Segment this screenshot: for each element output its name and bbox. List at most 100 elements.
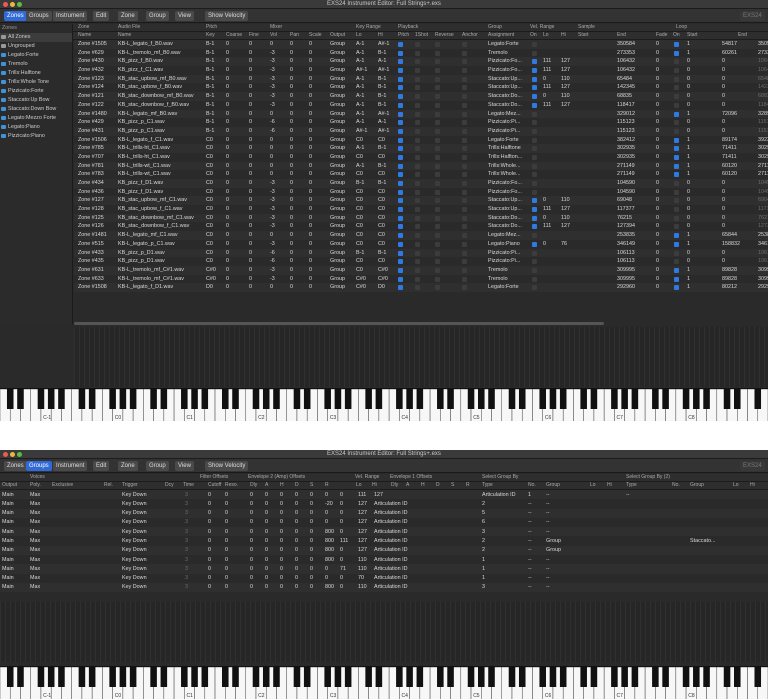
loop-end[interactable]: 142345 <box>758 84 768 90</box>
resonance[interactable]: 0 <box>225 519 228 525</box>
zone-row[interactable]: Zone #1508 KB-L_legato_f_D1.wav D0 0 0 0 0 0 Gro… <box>74 283 768 292</box>
loop-on-checkbox[interactable] <box>674 59 679 65</box>
vel-hi[interactable]: Articulation ID <box>374 557 408 563</box>
col-header[interactable]: Fine <box>249 32 259 38</box>
black-key[interactable] <box>559 667 567 687</box>
loop-end[interactable]: 253819 <box>758 232 768 238</box>
zone-row[interactable]: Zone #434 KB_pizz_f_D1.wav C0 0 0 -3 0 0 Group B-… <box>74 179 768 188</box>
fade[interactable]: 0 <box>656 232 659 238</box>
black-key[interactable] <box>191 389 198 409</box>
vel-range-on-checkbox[interactable] <box>532 207 537 213</box>
pan[interactable]: 0 <box>290 137 293 143</box>
coarse[interactable]: 0 <box>226 76 229 82</box>
select-type[interactable]: 2 <box>482 538 485 544</box>
output[interactable]: Group <box>330 284 345 290</box>
vel-hi[interactable]: Articulation ID <box>374 547 408 553</box>
oneshot-checkbox[interactable] <box>415 285 420 291</box>
fade[interactable]: 0 <box>656 76 659 82</box>
black-key[interactable] <box>416 667 424 687</box>
col-header[interactable]: On <box>530 32 537 38</box>
output[interactable]: Group <box>330 67 345 73</box>
sample-end[interactable]: 69048 <box>617 197 632 203</box>
group-row[interactable]: Main Max Key Down 3 0 0 0 0 0 0 0 800 0 127 Articulati… <box>0 527 768 537</box>
vol[interactable]: -3 <box>270 76 275 82</box>
loop-end[interactable]: 271133 <box>758 163 768 169</box>
trigger[interactable]: Key Down <box>122 538 147 544</box>
env2-hold[interactable]: 0 <box>280 519 283 525</box>
oneshot-checkbox[interactable] <box>415 189 420 195</box>
env2-attack[interactable]: 0 <box>265 566 268 572</box>
fade[interactable]: 0 <box>656 267 659 273</box>
vol[interactable]: -3 <box>270 102 275 108</box>
key-lo[interactable]: A-1 <box>356 111 364 117</box>
black-key[interactable] <box>109 389 116 409</box>
loop-start[interactable]: 89828 <box>722 267 737 273</box>
col-header[interactable]: No. <box>528 482 536 488</box>
anchor-checkbox[interactable] <box>462 154 467 160</box>
loop-start[interactable]: 0 <box>722 197 725 203</box>
vel-hi[interactable]: Articulation ID <box>374 566 408 572</box>
env2-delay[interactable]: 0 <box>250 575 253 581</box>
fade[interactable]: 0 <box>656 41 659 47</box>
anchor-checkbox[interactable] <box>462 215 467 221</box>
resonance[interactable]: 0 <box>225 547 228 553</box>
key-lo[interactable]: C0 <box>356 206 363 212</box>
pitch-checkbox[interactable] <box>398 241 403 247</box>
key-hi[interactable]: A#-1 <box>378 41 389 47</box>
cutoff[interactable]: 0 <box>208 557 211 563</box>
key-hi[interactable]: B-1 <box>378 180 386 186</box>
oneshot-checkbox[interactable] <box>415 198 420 204</box>
key[interactable]: C0 <box>206 206 213 212</box>
fade[interactable]: 0 <box>656 276 659 282</box>
col-header[interactable]: R <box>466 482 470 488</box>
vel-hi[interactable]: 127 <box>561 206 570 212</box>
loop-end[interactable]: 127394 <box>758 223 768 229</box>
fade[interactable]: 0 <box>656 93 659 99</box>
loop-on-checkbox[interactable] <box>674 120 679 126</box>
vol[interactable]: -3 <box>270 241 275 247</box>
pan[interactable]: 0 <box>290 258 293 264</box>
instrument-menu[interactable]: Instrument <box>53 11 88 21</box>
col-header[interactable]: End <box>617 32 626 38</box>
fade[interactable]: 0 <box>656 128 659 134</box>
coarse[interactable]: 0 <box>226 232 229 238</box>
black-key[interactable] <box>129 389 137 409</box>
black-key[interactable] <box>375 389 383 409</box>
black-key[interactable] <box>222 667 229 687</box>
sample-end[interactable]: 68835 <box>617 93 632 99</box>
scale[interactable]: 0 <box>309 128 312 134</box>
cutoff[interactable]: 0 <box>208 492 211 498</box>
loop-end[interactable]: 309979 <box>758 276 768 282</box>
key[interactable]: B-1 <box>206 84 214 90</box>
output[interactable]: Group <box>330 189 345 195</box>
fade[interactable]: 0 <box>656 119 659 125</box>
vol[interactable]: -3 <box>270 58 275 64</box>
col-header[interactable]: Dly <box>391 482 398 488</box>
black-key[interactable] <box>334 667 342 687</box>
black-key[interactable] <box>324 389 331 409</box>
black-key[interactable] <box>37 389 45 409</box>
vel-hi[interactable]: 127 <box>561 102 570 108</box>
loop-start[interactable]: 0 <box>722 250 725 256</box>
resonance[interactable]: 0 <box>225 584 228 590</box>
env2-attack[interactable]: 0 <box>265 510 268 516</box>
black-key[interactable] <box>580 667 587 687</box>
reverse-checkbox[interactable] <box>435 128 440 134</box>
env2-hold[interactable]: 0 <box>280 492 283 498</box>
loop-start[interactable]: 60120 <box>722 171 737 177</box>
anchor-checkbox[interactable] <box>462 102 467 108</box>
key-hi[interactable]: B-1 <box>378 102 386 108</box>
vol[interactable]: 0 <box>270 232 273 238</box>
exs24-button[interactable]: EXS24 <box>740 11 765 21</box>
col-header[interactable]: Coarse <box>226 32 242 38</box>
zones-button[interactable]: Zones <box>4 11 27 21</box>
vol[interactable]: -6 <box>270 128 275 134</box>
group-assignment[interactable]: Tremolo <box>488 276 508 282</box>
env2-sustain[interactable]: 0 <box>310 501 313 507</box>
cutoff[interactable]: 0 <box>208 501 211 507</box>
scale[interactable]: 0 <box>309 163 312 169</box>
coarse[interactable]: 0 <box>226 67 229 73</box>
reverse-checkbox[interactable] <box>435 181 440 186</box>
fade[interactable]: 0 <box>656 197 659 203</box>
col-header[interactable]: Lo <box>356 482 362 488</box>
